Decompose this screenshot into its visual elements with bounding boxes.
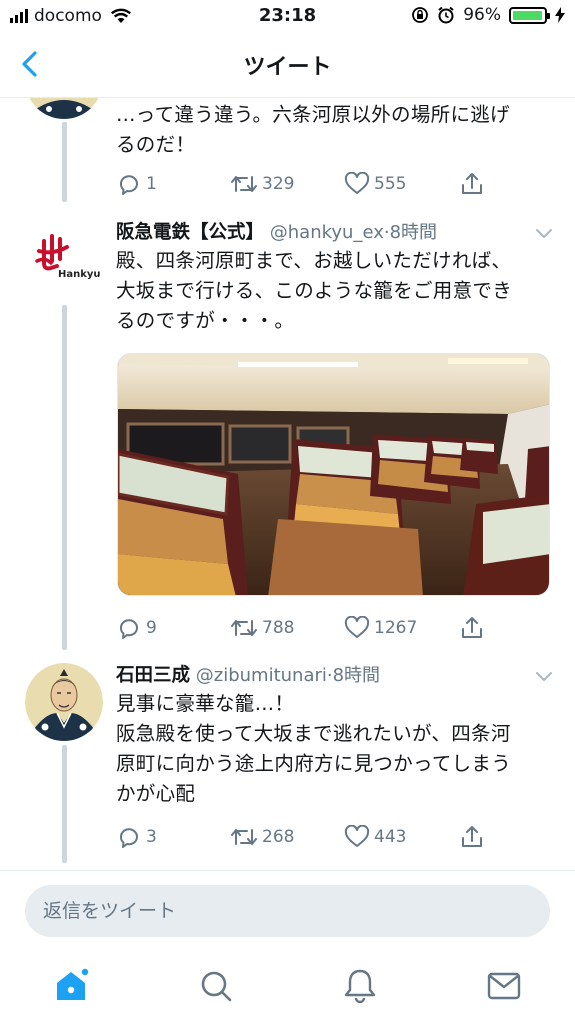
retweet-icon	[231, 620, 257, 636]
like-count: 443	[374, 827, 407, 847]
reply-button[interactable]: 1	[116, 169, 230, 199]
retweet-count: 788	[262, 618, 295, 638]
reply-composer-bar: 返信をツイート	[0, 870, 575, 952]
tweet-text: …って違う違う。六条河原以外の場所に逃げ るのだ！	[116, 103, 510, 156]
retweet-count: 329	[262, 174, 295, 194]
tweet-header: 石田三成 @zibumitunari·8時間	[116, 661, 555, 687]
chevron-down-icon	[536, 672, 552, 681]
chevron-down-icon	[536, 229, 552, 238]
heart-icon	[344, 825, 370, 847]
charging-icon	[555, 7, 565, 23]
heart-icon	[344, 172, 370, 194]
user-name[interactable]: 阪急電鉄【公式】	[116, 222, 264, 243]
tab-notifications[interactable]	[340, 966, 380, 1006]
hankyu-logo-icon: Hankyu	[35, 234, 101, 280]
reply-count: 1	[146, 174, 157, 194]
tab-bar	[0, 952, 575, 1024]
tweet-actions: 3 268 443	[116, 822, 496, 852]
thread-line	[62, 305, 67, 650]
reply-input[interactable]: 返信をツイート	[25, 885, 550, 937]
status-bar: docomo 23:18 96%	[0, 0, 575, 32]
user-name[interactable]: 石田三成	[116, 665, 190, 686]
thread-line	[62, 122, 67, 202]
reply-icon	[119, 828, 138, 848]
reply-icon	[119, 175, 138, 195]
screen-lock-icon	[412, 7, 429, 23]
avatar-ishida[interactable]	[25, 663, 103, 741]
alarm-icon	[438, 6, 454, 24]
tab-search[interactable]	[196, 966, 236, 1006]
share-button[interactable]	[460, 613, 484, 643]
tweet-time[interactable]: 8時間	[390, 222, 437, 243]
train-interior-photo	[118, 354, 549, 595]
nav-bar: ツイート	[0, 32, 575, 98]
reply-button[interactable]: 9	[116, 613, 230, 643]
tab-messages[interactable]	[484, 966, 524, 1006]
tweet-photo[interactable]	[117, 353, 550, 596]
retweet-button[interactable]: 329	[230, 169, 344, 199]
heart-icon	[344, 616, 370, 638]
share-button[interactable]	[460, 822, 484, 852]
avatar-hankyu[interactable]: Hankyu	[25, 221, 103, 299]
messages-icon	[487, 972, 521, 1000]
tweet-text: 見事に豪華な籠…！ 阪急殿を使って大坂まで逃れたいが、四条河 原町に向かう途上内…	[116, 692, 512, 805]
like-button[interactable]: 443	[344, 822, 460, 852]
retweet-button[interactable]: 788	[230, 613, 344, 643]
tweet-actions: 1 329 555	[116, 169, 496, 199]
thread-line	[62, 745, 67, 863]
tweet-time[interactable]: 8時間	[333, 665, 380, 686]
like-count: 1267	[374, 618, 418, 638]
reply-button[interactable]: 3	[116, 822, 230, 852]
like-button[interactable]: 1267	[344, 613, 460, 643]
like-count: 555	[374, 174, 407, 194]
like-button[interactable]: 555	[344, 169, 460, 199]
samurai-avatar-icon	[25, 663, 103, 741]
share-icon	[462, 173, 482, 194]
tab-home[interactable]	[52, 966, 92, 1006]
battery-fill	[513, 10, 542, 20]
reply-count: 9	[146, 618, 157, 638]
battery-percent: 96%	[463, 5, 501, 25]
user-handle[interactable]: @hankyu_ex	[270, 222, 384, 243]
search-icon	[201, 971, 232, 1002]
retweet-icon	[231, 176, 257, 192]
home-icon	[57, 967, 90, 1000]
tweet-header: 阪急電鉄【公式】 @hankyu_ex·8時間	[116, 218, 555, 244]
share-icon	[462, 617, 482, 638]
tweet-text: 殿、四条河原町まで、お越しいただければ、 大坂まで行ける、このような籠をご用意で…	[116, 249, 513, 332]
share-icon	[462, 826, 482, 847]
retweet-count: 268	[262, 827, 295, 847]
tweet-menu-button[interactable]	[535, 225, 553, 238]
svg-text:Hankyu: Hankyu	[58, 269, 101, 280]
notifications-icon	[344, 969, 376, 1004]
tweet-actions: 9 788 1267	[116, 613, 496, 643]
page-title: ツイート	[243, 55, 332, 80]
retweet-button[interactable]: 268	[230, 822, 344, 852]
user-handle[interactable]: @zibumitunari	[196, 665, 327, 686]
status-right: 96%	[411, 5, 565, 25]
tweet-menu-button[interactable]	[535, 668, 553, 681]
reply-count: 3	[146, 827, 157, 847]
reply-icon	[119, 619, 138, 639]
battery-icon	[509, 6, 550, 24]
share-button[interactable]	[460, 169, 484, 199]
retweet-icon	[231, 829, 257, 845]
